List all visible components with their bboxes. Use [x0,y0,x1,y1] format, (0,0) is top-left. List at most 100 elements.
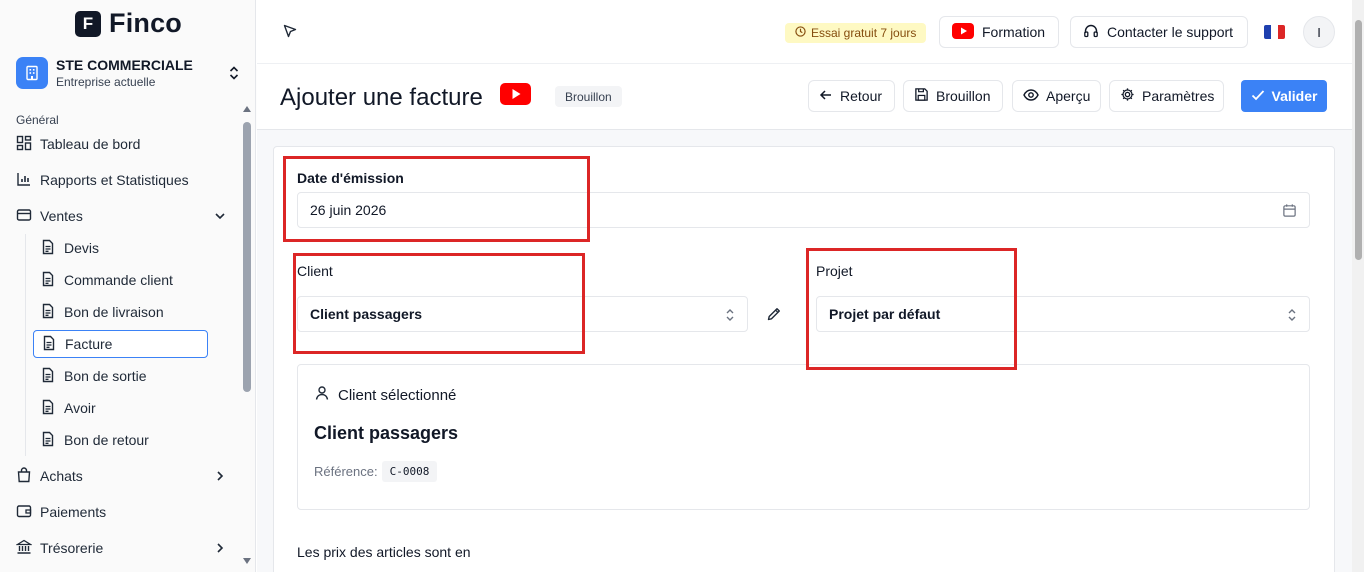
cursor-arrow-icon[interactable] [283,24,297,41]
chevron-right-icon [214,541,226,557]
sidebar-item-label: Rapports et Statistiques [40,172,189,188]
back-label: Retour [840,88,883,104]
highlight-box-project [806,248,1017,370]
sidebar-item-label: Tableau de bord [40,136,141,152]
check-icon [1251,88,1265,104]
sidebar-item-label: Paiements [40,504,107,520]
youtube-icon [952,22,974,42]
french-flag-icon[interactable] [1264,25,1285,39]
bar-chart-icon [16,171,32,190]
file-text-icon [40,303,56,322]
company-name: STE COMMERCIALE [56,56,193,73]
subitem-label: Facture [65,336,113,352]
chevrons-up-down-icon [725,308,735,325]
file-text-icon [40,399,56,418]
sidebar-subitem-devis[interactable]: Devis [33,234,208,262]
sidebar: F Finco STE COMMERCIALE Entreprise actue… [0,0,256,572]
reference-chip: C-0008 [381,461,438,482]
edit-client-icon[interactable] [766,306,782,325]
chevrons-up-down-icon [1287,308,1297,325]
settings-button[interactable]: Paramètres [1109,80,1224,112]
page-title: Ajouter une facture [280,84,483,111]
validate-button[interactable]: Valider [1241,80,1327,112]
sidebar-subitem-commande-client[interactable]: Commande client [33,266,208,294]
sidebar-item-label: Achats [40,468,83,484]
sidebar-scrollbar[interactable] [243,122,251,392]
support-label: Contacter le support [1107,24,1234,40]
preview-button[interactable]: Aperçu [1012,80,1101,112]
chevrons-up-down-icon[interactable] [226,63,242,83]
sidebar-subitem-facture[interactable]: Facture [33,330,208,358]
reference-label: Référence: [314,464,378,479]
status-badge: Brouillon [555,86,622,107]
sidebar-item-label: Trésorerie [40,540,104,556]
sidebar-subitem-bon-de-sortie[interactable]: Bon de sortie [33,362,208,390]
app-logo[interactable]: F Finco [75,8,182,39]
bank-icon [15,539,33,558]
company-subtitle: Entreprise actuelle [56,74,156,89]
file-text-icon [40,367,56,386]
trial-badge: Essai gratuit 7 jours [785,23,927,43]
app-name: Finco [109,8,182,38]
eye-icon [1023,88,1039,105]
selected-client-name: Client passagers [314,423,459,443]
top-bar: Essai gratuit 7 jours Formation Contacte… [257,0,1352,64]
file-text-icon [41,335,57,354]
highlight-box-client [293,253,585,354]
user-icon [314,385,330,405]
formation-label: Formation [982,24,1046,40]
chevron-right-icon [214,469,226,485]
calendar-icon[interactable] [1282,203,1297,221]
client-reference: Référence: C-0008 [314,461,438,482]
sidebar-item-tresorerie[interactable]: Trésorerie [15,534,226,562]
scroll-down-arrow[interactable] [243,558,251,564]
selected-client-heading-text: Client sélectionné [338,386,457,404]
sidebar-item-reports[interactable]: Rapports et Statistiques [16,166,226,194]
sidebar-item-ventes[interactable]: Ventes [16,202,226,230]
headset-icon [1083,23,1099,42]
logo-mark: F [75,10,101,37]
subitem-label: Commande client [64,272,173,288]
submenu-line [25,234,26,456]
page-scrollbar-thumb[interactable] [1355,20,1362,260]
sidebar-subitem-bon-de-livraison[interactable]: Bon de livraison [33,298,208,326]
trial-text: Essai gratuit 7 jours [811,26,917,40]
draft-button[interactable]: Brouillon [903,80,1003,112]
sidebar-subitem-avoir[interactable]: Avoir [33,394,208,422]
page-header: Ajouter une facture Brouillon Retour Bro… [257,64,1352,130]
section-label-general: Général [16,113,59,127]
youtube-icon[interactable] [500,83,531,108]
sidebar-item-paiements[interactable]: Paiements [16,498,226,526]
chevron-down-icon [214,209,226,225]
selected-client-heading: Client sélectionné [314,385,456,405]
subitem-label: Devis [64,240,100,256]
file-text-icon [40,431,56,450]
draft-label: Brouillon [936,88,991,104]
formation-button[interactable]: Formation [939,16,1059,48]
subitem-label: Bon de livraison [64,304,164,320]
user-avatar[interactable]: I [1303,16,1335,48]
back-button[interactable]: Retour [808,80,895,112]
dashboard-icon [16,135,32,154]
sidebar-subitem-bon-de-retour[interactable]: Bon de retour [33,426,208,454]
gear-icon [1120,87,1135,105]
shopping-bag-icon [16,466,32,486]
save-icon [914,87,929,105]
sidebar-item-dashboard[interactable]: Tableau de bord [16,130,226,158]
company-switcher[interactable]: STE COMMERCIALE Entreprise actuelle [16,55,242,91]
arrow-left-icon [819,88,833,105]
file-text-icon [40,271,56,290]
sidebar-item-achats[interactable]: Achats [16,462,226,490]
subitem-label: Avoir [64,400,96,416]
contact-support-button[interactable]: Contacter le support [1070,16,1248,48]
building-icon [16,57,48,89]
prices-currency-text: Les prix des articles sont en [297,544,471,560]
validate-label: Valider [1271,88,1318,104]
preview-label: Aperçu [1046,88,1091,104]
wallet-icon [16,503,32,522]
subitem-label: Bon de retour [64,432,149,448]
scroll-up-arrow[interactable] [243,106,251,112]
highlight-box-date [283,156,590,242]
settings-label: Paramètres [1142,88,1215,104]
file-text-icon [40,239,56,258]
